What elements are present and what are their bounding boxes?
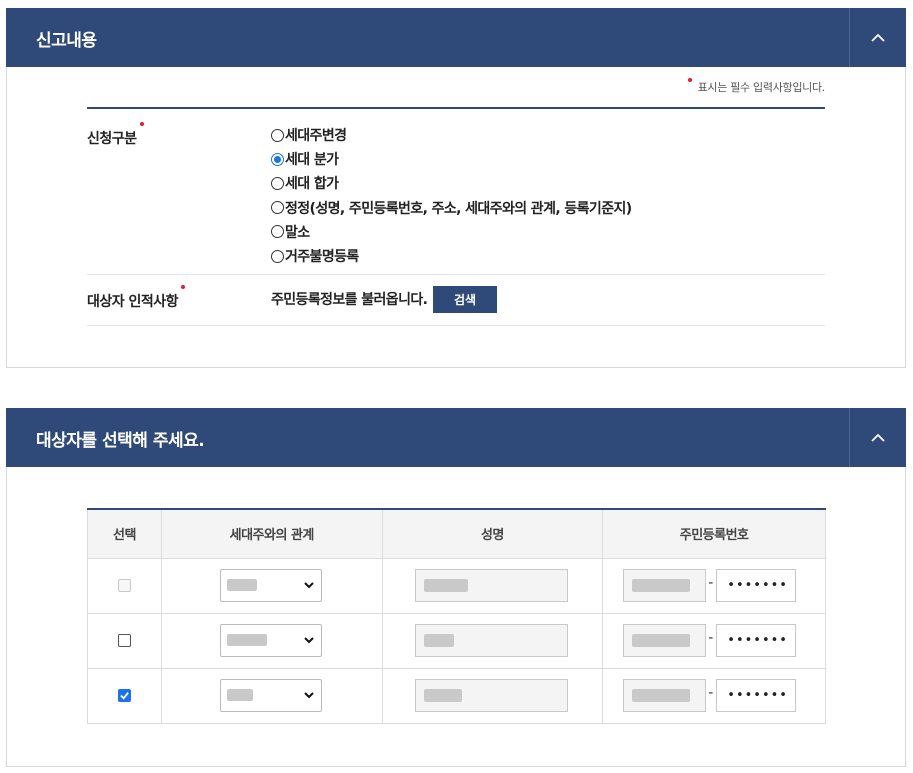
table-row: - ••••••• [87,557,826,614]
relation-select[interactable] [219,678,322,712]
blurred-value [423,578,468,592]
rrn-back-input[interactable]: ••••••• [716,623,797,657]
collapse-button[interactable] [849,8,906,67]
blurred-value [226,688,253,701]
radio-option-unknown-residence[interactable]: 거주불명등록 [271,244,632,268]
radio-option-correction[interactable]: 정정(성명, 주민등록번호, 주소, 세대주와의 관계, 등록기준지) [271,196,632,220]
report-content-body: 표시는 필수 입력사항입니다. 신청구분 세대주변경 세대 분가 세대 합가 정… [6,67,906,368]
relation-cell [160,612,383,669]
chevron-up-icon [871,33,885,42]
blurred-value [632,578,691,592]
row-checkbox-checked[interactable] [117,689,131,702]
target-info-label: 대상자 인적사항 [87,285,186,311]
panel-title: 신고내용 [36,31,97,51]
rrn-cell: - ••••••• [602,667,826,724]
request-type-row: 신청구분 세대주변경 세대 분가 세대 합가 정정(성명, 주민등록번호, 주소… [87,109,825,275]
required-dot-icon [181,285,186,289]
name-cell [381,557,604,614]
rrn-separator: - [708,684,714,701]
chevron-down-icon [304,636,314,643]
blurred-value [423,633,454,647]
rrn-back-input[interactable]: ••••••• [716,678,797,712]
radio-button[interactable] [271,128,284,142]
name-input[interactable] [414,568,568,602]
radio-button[interactable] [271,225,284,239]
rrn-cell: - ••••••• [602,557,826,614]
radio-option-merge[interactable]: 세대 합가 [271,171,632,195]
column-header-name: 성명 [381,509,604,559]
rrn-front-input[interactable] [623,623,707,657]
select-cell [87,612,162,669]
table-row: - ••••••• [87,667,826,724]
row-checkbox-disabled [117,579,131,592]
relation-select[interactable] [219,568,322,602]
blurred-value [226,578,257,591]
checkmark-icon [120,692,129,700]
relation-select[interactable] [219,623,322,657]
name-cell [381,667,604,724]
required-dot-icon [139,122,144,126]
report-content-panel: 신고내용 표시는 필수 입력사항입니다. 신청구분 세대주변경 세대 분가 세대… [6,8,906,368]
request-type-radio-group: 세대주변경 세대 분가 세대 합가 정정(성명, 주민등록번호, 주소, 세대주… [271,123,632,268]
panel-title: 대상자를 선택해 주세요. [36,431,205,451]
search-button[interactable]: 검색 [433,286,497,313]
blurred-value [226,633,267,646]
chevron-down-icon [304,581,314,588]
target-info-row: 대상자 인적사항 주민등록정보를 불러옵니다. 검색 [87,275,825,326]
target-table: 선택 세대주와의 관계 성명 주민등록번호 - ••••••• - ••••••… [87,508,826,724]
chevron-up-icon [871,433,885,442]
column-header-select: 선택 [87,509,162,559]
blurred-value [632,688,691,702]
radio-button-selected[interactable] [271,152,284,166]
radio-button[interactable] [271,201,284,215]
report-content-header: 신고내용 [6,8,906,67]
request-type-label: 신청구분 [87,122,144,148]
rrn-front-input[interactable] [623,568,707,602]
select-cell [87,557,162,614]
rrn-front-input[interactable] [623,678,707,712]
collapse-button[interactable] [849,408,906,467]
column-header-rrn: 주민등록번호 [602,509,826,559]
radio-option-erasure[interactable]: 말소 [271,220,632,244]
chevron-down-icon [304,691,314,698]
target-select-header: 대상자를 선택해 주세요. [6,408,906,467]
row-checkbox[interactable] [117,634,131,647]
table-header-row: 선택 세대주와의 관계 성명 주민등록번호 [87,509,826,559]
name-cell [381,612,604,669]
target-select-panel: 대상자를 선택해 주세요. 선택 세대주와의 관계 성명 주민등록번호 - ••… [6,408,906,767]
relation-cell [160,557,383,614]
blurred-value [423,688,462,702]
radio-option-split[interactable]: 세대 분가 [271,147,632,171]
table-row: - ••••••• [87,612,826,669]
blurred-value [632,633,691,647]
required-note: 표시는 필수 입력사항입니다. [687,78,825,95]
relation-cell [160,667,383,724]
rrn-separator: - [708,629,714,646]
required-dot-icon [687,78,692,82]
select-cell [87,667,162,724]
column-header-relation: 세대주와의 관계 [160,509,383,559]
radio-button[interactable] [271,176,284,190]
radio-button[interactable] [271,249,284,263]
rrn-back-input[interactable]: ••••••• [716,568,797,602]
name-input[interactable] [414,623,568,657]
rrn-cell: - ••••••• [602,612,826,669]
target-select-body: 선택 세대주와의 관계 성명 주민등록번호 - ••••••• - ••••••… [6,467,906,767]
name-input[interactable] [414,678,568,712]
radio-option-change-head[interactable]: 세대주변경 [271,123,632,147]
lookup-text: 주민등록정보를 불러옵니다. [271,292,428,308]
rrn-separator: - [708,574,714,591]
